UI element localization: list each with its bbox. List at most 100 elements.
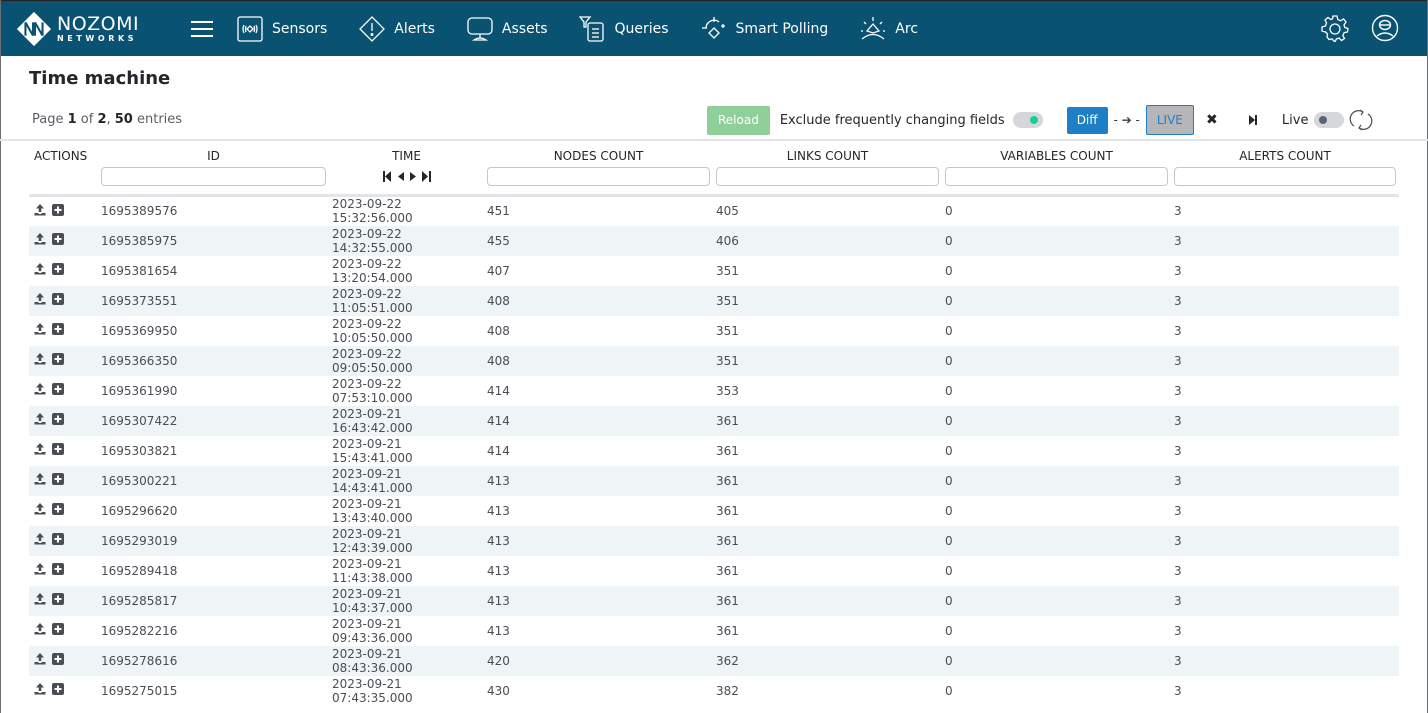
export-icon[interactable] [34, 353, 46, 365]
exclude-fields-toggle[interactable] [1012, 112, 1043, 128]
expand-plus-icon[interactable] [52, 473, 64, 485]
export-icon[interactable] [34, 233, 46, 245]
cell-alerts: 3 [1174, 683, 1182, 698]
col-actions: ACTIONS [34, 149, 88, 163]
table-row[interactable]: 1695285817 2023-09-21 10:43:37.000 413 361 0… [29, 585, 1399, 616]
expand-plus-icon[interactable] [52, 383, 64, 395]
table-row[interactable]: 1695381654 2023-09-22 13:20:54.000 407 351 0… [29, 256, 1399, 286]
expand-plus-icon[interactable] [52, 413, 64, 425]
export-icon[interactable] [34, 623, 46, 635]
diff-button[interactable]: Diff [1066, 106, 1108, 134]
cell-variables: 0 [945, 683, 953, 698]
col-nodes-count[interactable]: NODES COUNT [484, 145, 713, 167]
table-row[interactable]: 1695369950 2023-09-22 10:05:50.000 408 351 0… [29, 316, 1399, 346]
export-icon[interactable] [34, 593, 46, 605]
expand-plus-icon[interactable] [52, 683, 64, 695]
col-time[interactable]: TIME [329, 145, 484, 167]
cell-alerts: 3 [1174, 263, 1182, 278]
cell-variables: 0 [945, 593, 953, 608]
col-id[interactable]: ID [98, 145, 329, 167]
user-profile-icon[interactable] [1371, 14, 1399, 42]
step-forward-icon[interactable] [1248, 114, 1258, 126]
export-icon[interactable] [34, 323, 46, 335]
nav-arc[interactable]: Arc [860, 16, 918, 42]
next-page-icon[interactable] [409, 171, 416, 182]
table-row[interactable]: 1695293019 2023-09-21 12:43:39.000 413 361 0… [29, 525, 1399, 556]
expand-plus-icon[interactable] [52, 203, 64, 216]
reload-button[interactable]: Reload [707, 105, 770, 135]
export-icon[interactable] [34, 263, 46, 275]
refresh-icon[interactable] [1348, 109, 1374, 131]
nav-assets[interactable]: Assets [467, 16, 547, 42]
expand-plus-icon[interactable] [52, 323, 64, 335]
cell-nodes: 420 [487, 653, 510, 668]
cell-id: 1695369950 [101, 323, 178, 338]
expand-plus-icon[interactable] [52, 293, 64, 305]
export-icon[interactable] [34, 683, 46, 695]
filter-id-input[interactable] [101, 167, 326, 186]
table-row[interactable]: 1695300221 2023-09-21 14:43:41.000 413 361 0… [29, 465, 1399, 496]
table-row[interactable]: 1695385975 2023-09-22 14:32:55.000 455 406 0… [29, 225, 1399, 256]
filter-variables-input[interactable] [945, 167, 1168, 186]
table-row[interactable]: 1695278616 2023-09-21 08:43:36.000 420 362 0… [29, 645, 1399, 676]
nav-alerts-label: Alerts [394, 20, 435, 37]
table-row[interactable]: 1695366350 2023-09-22 09:05:50.000 408 351 0… [29, 345, 1399, 376]
expand-plus-icon[interactable] [52, 563, 64, 575]
expand-plus-icon[interactable] [52, 233, 64, 245]
expand-plus-icon[interactable] [52, 353, 64, 365]
table-row[interactable]: 1695373551 2023-09-22 11:05:51.000 408 351 0… [29, 285, 1399, 316]
export-icon[interactable] [34, 203, 46, 216]
table-row[interactable]: 1695303821 2023-09-21 15:43:41.000 414 361 0… [29, 436, 1399, 466]
cell-alerts: 3 [1174, 413, 1182, 428]
nav-alerts[interactable]: Alerts [359, 15, 435, 42]
menu-toggle-button[interactable] [191, 20, 213, 37]
filter-alerts-input[interactable] [1174, 167, 1396, 186]
nav-arc-label: Arc [895, 20, 919, 37]
queries-icon [579, 15, 605, 42]
nav-smart-polling[interactable]: Smart Polling [701, 16, 828, 42]
expand-plus-icon[interactable] [52, 443, 64, 455]
export-icon[interactable] [34, 413, 46, 425]
cell-id: 1695300221 [101, 473, 178, 488]
filter-nodes-input[interactable] [487, 167, 710, 186]
table-row[interactable]: 1695389576 2023-09-22 15:32:56.000 451 405 0… [29, 196, 1399, 226]
expand-plus-icon[interactable] [52, 263, 64, 275]
table-row[interactable]: 1695282216 2023-09-21 09:43:36.000 413 361 0… [29, 616, 1399, 646]
table-row[interactable]: 1695361990 2023-09-22 07:53:10.000 414 353 0… [29, 376, 1399, 406]
export-icon[interactable] [34, 293, 46, 305]
expand-plus-icon[interactable] [52, 503, 64, 515]
close-icon[interactable]: ✖ [1204, 112, 1220, 128]
cell-links: 406 [716, 233, 739, 248]
export-icon[interactable] [34, 653, 46, 665]
expand-plus-icon[interactable] [52, 623, 64, 635]
nozomi-logo[interactable]: NOZOMI NETWORKS [15, 10, 165, 48]
expand-plus-icon[interactable] [52, 653, 64, 665]
first-page-icon[interactable] [382, 171, 392, 182]
row-actions [29, 196, 98, 226]
live-target-button[interactable]: LIVE [1145, 105, 1194, 135]
last-page-icon[interactable] [421, 171, 431, 182]
export-icon[interactable] [34, 563, 46, 575]
expand-plus-icon[interactable] [52, 533, 64, 545]
table-row[interactable]: 1695296620 2023-09-21 13:43:40.000 413 361 0… [29, 496, 1399, 526]
col-links-count[interactable]: LINKS COUNT [713, 145, 942, 167]
col-variables-count[interactable]: VARIABLES COUNT [942, 145, 1171, 167]
nav-sensors[interactable]: Sensors [237, 15, 327, 42]
settings-gear-icon[interactable] [1321, 14, 1349, 42]
expand-plus-icon[interactable] [52, 593, 64, 605]
table-row[interactable]: 1695307422 2023-09-21 16:43:42.000 414 361 0… [29, 405, 1399, 436]
export-icon[interactable] [34, 443, 46, 455]
export-icon[interactable] [34, 533, 46, 545]
export-icon[interactable] [34, 383, 46, 395]
col-alerts-count[interactable]: ALERTS COUNT [1171, 145, 1399, 167]
row-actions [29, 346, 98, 376]
filter-links-input[interactable] [716, 167, 939, 186]
table-row[interactable]: 1695275015 2023-09-21 07:43:35.000 430 382 0… [29, 676, 1399, 706]
table-row[interactable]: 1695289418 2023-09-21 11:43:38.000 413 361 0… [29, 556, 1399, 586]
export-icon[interactable] [34, 473, 46, 485]
nav-queries[interactable]: Queries [579, 15, 669, 42]
export-icon[interactable] [34, 503, 46, 515]
prev-page-icon[interactable] [397, 171, 404, 182]
live-toggle[interactable] [1314, 112, 1345, 128]
toggle-knob [1319, 116, 1328, 124]
